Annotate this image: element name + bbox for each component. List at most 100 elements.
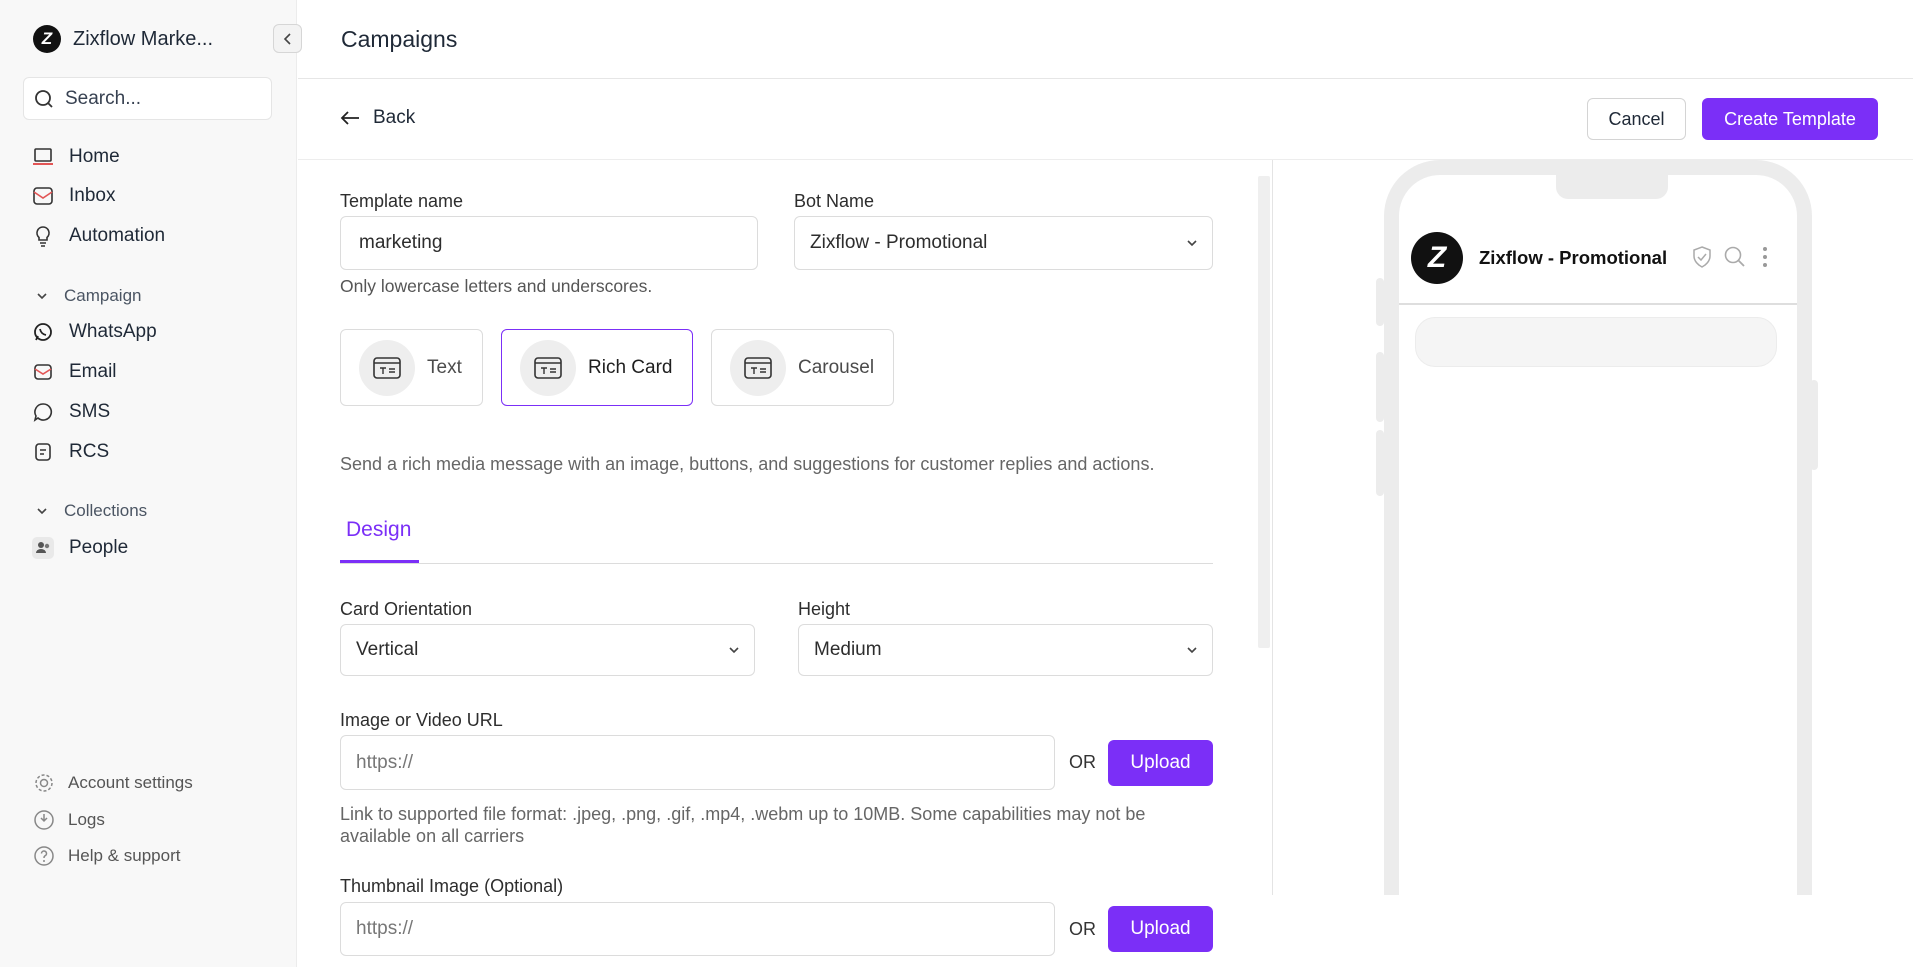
type-card-rich-card[interactable]: Rich Card [501, 329, 693, 406]
thumbnail-label: Thumbnail Image (Optional) [340, 876, 564, 896]
bot-name-value: Zixflow - Promotional [810, 232, 988, 253]
card-orientation-value: Vertical [356, 639, 419, 660]
tab-divider [340, 563, 1213, 564]
template-name-hint: Only lowercase letters and underscores. [340, 276, 653, 296]
page-title: Campaigns [341, 26, 458, 52]
sidebar-item-automation[interactable]: Automation [31, 222, 165, 250]
back-label: Back [373, 107, 416, 128]
height-value: Medium [814, 639, 882, 660]
whatsapp-icon [31, 320, 55, 344]
card-icon [520, 339, 576, 396]
lightbulb-icon [31, 224, 55, 248]
type-description: Send a rich media message with an image,… [340, 454, 1155, 474]
type-card-label: Text [427, 356, 462, 378]
tab-design[interactable]: Design [346, 518, 411, 542]
sidebar-item-logs[interactable]: Logs [33, 807, 105, 833]
bot-avatar: Z [1411, 232, 1463, 284]
sidebar-item-whatsapp[interactable]: WhatsApp [31, 318, 157, 346]
preview-divider [1272, 160, 1273, 895]
cancel-button[interactable]: Cancel [1587, 98, 1686, 140]
card-icon [730, 339, 786, 396]
form-scrollbar[interactable] [1258, 176, 1270, 648]
chevron-down-icon [37, 293, 47, 300]
height-label: Height [798, 599, 851, 619]
search-input[interactable]: Search... [23, 77, 272, 120]
phone-side-button [1376, 430, 1384, 496]
phone-side-button [1376, 278, 1384, 326]
shield-icon [1693, 246, 1711, 268]
template-name-label: Template name [340, 191, 464, 211]
workspace-logo: Z [33, 25, 61, 53]
sidebar-item-label: Home [69, 146, 120, 167]
thumbnail-url-placeholder: https:// [356, 918, 414, 939]
workspace-switcher[interactable]: Z Zixflow Marke... [33, 24, 302, 54]
card-orientation-label: Card Orientation [340, 599, 473, 619]
upload-thumbnail-button[interactable]: Upload [1108, 906, 1213, 952]
sidebar-item-sms[interactable]: SMS [31, 398, 110, 426]
or-label: OR [1069, 919, 1096, 939]
email-icon [31, 360, 55, 384]
card-icon [359, 339, 415, 396]
arrow-left-icon [340, 111, 359, 125]
type-card-label: Carousel [798, 356, 875, 378]
thumbnail-url-input[interactable]: https:// [340, 902, 1055, 956]
sidebar-item-people[interactable]: People [31, 534, 128, 562]
back-button[interactable]: Back [340, 107, 415, 129]
card-orientation-select[interactable]: Vertical [340, 624, 755, 676]
phone-header-divider [1399, 303, 1797, 305]
upload-media-button[interactable]: Upload [1108, 740, 1213, 786]
template-name-value: marketing [359, 232, 443, 253]
sidebar-item-account-settings[interactable]: Account settings [33, 770, 193, 796]
sidebar-item-label: Account settings [68, 773, 193, 792]
section-label: Campaign [64, 286, 142, 305]
chevron-down-icon [1187, 240, 1197, 247]
search-icon [1724, 246, 1745, 267]
preview-bot-name: Zixflow - Promotional [1479, 247, 1668, 268]
sidebar-item-label: Email [69, 361, 117, 382]
laptop-icon [31, 145, 55, 169]
height-select[interactable]: Medium [798, 624, 1213, 676]
sidebar-item-home[interactable]: Home [31, 143, 120, 171]
sidebar-item-help[interactable]: Help & support [33, 843, 180, 869]
chevron-down-icon [1187, 647, 1197, 654]
create-template-button[interactable]: Create Template [1702, 98, 1878, 140]
phone-side-button [1376, 352, 1384, 422]
phone-header-icons [1691, 245, 1773, 269]
sms-icon [31, 400, 55, 424]
type-card-carousel[interactable]: Carousel [711, 329, 894, 406]
sidebar-item-email[interactable]: Email [31, 358, 117, 386]
collapse-sidebar-button[interactable] [273, 24, 302, 53]
sidebar-item-inbox[interactable]: Inbox [31, 182, 115, 210]
media-hint: Link to supported file format: .jpeg, .p… [340, 804, 1146, 846]
phone-notch [1556, 175, 1668, 199]
template-name-input[interactable]: marketing [340, 216, 758, 270]
sidebar: Z Zixflow Marke... Search... Home Inbox … [0, 0, 302, 967]
media-url-label: Image or Video URL [340, 710, 503, 730]
chevron-down-icon [729, 647, 739, 654]
sidebar-item-label: SMS [69, 401, 111, 422]
sidebar-item-label: RCS [69, 441, 110, 462]
header-divider [298, 78, 1913, 79]
type-card-label: Rich Card [588, 356, 673, 378]
message-bubble-placeholder [1415, 317, 1777, 367]
sidebar-item-label: Automation [69, 225, 166, 246]
section-campaign-toggle[interactable]: Campaign [36, 285, 142, 307]
bot-name-select[interactable]: Zixflow - Promotional [794, 216, 1213, 270]
search-placeholder: Search... [65, 87, 142, 109]
gear-icon [35, 774, 53, 792]
sidebar-item-label: Help & support [68, 846, 181, 865]
more-vertical-icon [1763, 247, 1767, 267]
inbox-icon [31, 184, 55, 208]
chevron-left-icon [283, 32, 291, 45]
type-card-text[interactable]: Text [340, 329, 483, 406]
media-url-input[interactable]: https:// [340, 735, 1055, 790]
sidebar-item-label: Inbox [69, 185, 116, 206]
media-url-placeholder: https:// [356, 751, 414, 773]
help-icon [34, 846, 54, 866]
section-collections-toggle[interactable]: Collections [36, 500, 147, 522]
section-label: Collections [64, 501, 148, 520]
search-icon [35, 89, 53, 108]
sidebar-item-label: Logs [68, 810, 105, 829]
chevron-down-icon [37, 508, 47, 515]
sidebar-item-rcs[interactable]: RCS [31, 438, 109, 466]
